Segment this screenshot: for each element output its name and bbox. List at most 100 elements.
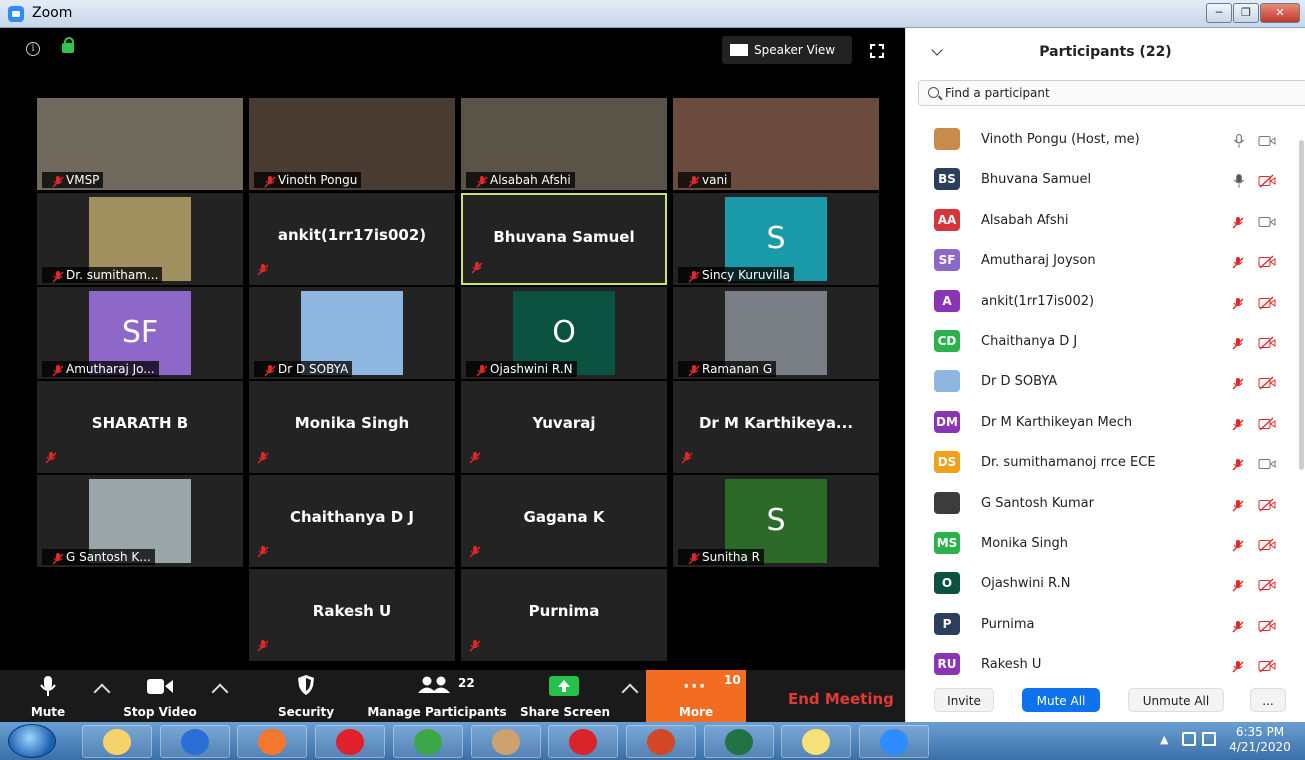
info-icon[interactable]: i <box>26 42 40 56</box>
participant-row[interactable]: P Purnima <box>906 605 1302 645</box>
chrome-icon[interactable] <box>392 725 463 758</box>
close-button[interactable]: ✕ <box>1260 3 1300 23</box>
participant-row[interactable]: G Santosh Kumar <box>906 484 1302 524</box>
opera-icon[interactable] <box>315 725 386 758</box>
mute-button[interactable]: Mute <box>20 670 76 722</box>
microphone-icon[interactable] <box>1232 173 1246 188</box>
video-tile[interactable]: Dr D SOBYA <box>249 287 455 379</box>
video-tile[interactable]: Yuvaraj <box>461 381 667 473</box>
participant-row[interactable]: Vinoth Pongu (Host, me) <box>906 120 1302 160</box>
video-tile[interactable]: Purnima <box>461 569 667 661</box>
video-tile[interactable]: Monika Singh <box>249 381 455 473</box>
acrobat-icon[interactable] <box>548 725 619 758</box>
video-off-icon[interactable] <box>1258 254 1276 269</box>
mic-muted-icon[interactable] <box>1232 416 1246 431</box>
video-tile[interactable]: vani <box>673 98 879 190</box>
share-screen-button[interactable]: Share Screen <box>516 670 614 722</box>
participant-row[interactable]: BS Bhuvana Samuel <box>906 160 1302 200</box>
mic-muted-icon[interactable] <box>1232 335 1246 350</box>
video-tile[interactable]: S Sincy Kuruvilla <box>673 193 879 285</box>
video-tile[interactable]: Gagana K <box>461 475 667 567</box>
end-meeting-button[interactable]: End Meeting <box>788 690 894 708</box>
participant-search[interactable] <box>918 80 1305 106</box>
participant-row[interactable]: Aankit(1rr17is002) <box>906 282 1302 322</box>
search-input[interactable] <box>945 84 1295 102</box>
start-button[interactable] <box>8 724 56 758</box>
more-button[interactable]: ··· 10 More <box>646 670 746 722</box>
video-tile[interactable]: ankit(1rr17is002) <box>249 193 455 285</box>
participant-row[interactable]: DM Dr M Karthikeyan Mech <box>906 403 1302 443</box>
fullscreen-icon[interactable] <box>870 44 884 58</box>
video-tile[interactable]: SHARATH B <box>37 381 243 473</box>
share-options-chevron-icon[interactable] <box>621 683 639 701</box>
firefox-icon[interactable] <box>237 725 308 758</box>
mute-all-button[interactable]: Mute All <box>1022 688 1100 712</box>
video-off-icon[interactable] <box>1258 618 1276 633</box>
participant-row[interactable]: SF Amutharaj Joyson <box>906 241 1302 281</box>
mic-muted-icon[interactable] <box>1232 618 1246 633</box>
video-tile[interactable]: G Santosh K... <box>37 475 243 567</box>
video-tile[interactable]: VMSP <box>37 98 243 190</box>
excel-icon[interactable] <box>703 725 774 758</box>
mic-muted-icon[interactable] <box>1232 456 1246 471</box>
video-off-icon[interactable] <box>1258 295 1276 310</box>
participant-row[interactable]: CD Chaithanya D J <box>906 322 1302 362</box>
sticky-notes-icon[interactable] <box>781 725 852 758</box>
unmute-all-button[interactable]: Unmute All <box>1128 688 1224 712</box>
video-camera-icon[interactable] <box>1258 214 1276 228</box>
participants-scrollbar[interactable] <box>1299 140 1304 470</box>
video-tile[interactable]: Alsabah Afshi <box>461 98 667 190</box>
video-tile[interactable]: Vinoth Pongu <box>249 98 455 190</box>
video-tile[interactable]: Dr M Karthikeya... <box>673 381 879 473</box>
mic-muted-icon[interactable] <box>1232 295 1246 310</box>
video-tile[interactable]: Chaithanya D J <box>249 475 455 567</box>
encryption-lock-icon[interactable] <box>62 37 74 53</box>
system-tray[interactable]: ▲ <box>1160 730 1220 752</box>
clock[interactable]: 6:35 PM 4/21/2020 <box>1220 725 1300 755</box>
participant-row[interactable]: Dr D SOBYA <box>906 362 1302 402</box>
video-off-icon[interactable] <box>1258 497 1276 512</box>
participant-row[interactable]: O Ojashwini R.N <box>906 564 1302 604</box>
network-icon[interactable] <box>1182 732 1196 746</box>
powerpoint-icon[interactable] <box>625 725 696 758</box>
action-center-icon[interactable] <box>1202 732 1216 746</box>
participant-row[interactable]: MS Monika Singh <box>906 524 1302 564</box>
video-off-icon[interactable] <box>1258 416 1276 431</box>
paint-icon[interactable] <box>470 725 541 758</box>
mic-muted-icon[interactable] <box>1232 577 1246 592</box>
swipe-app-icon[interactable] <box>159 725 230 758</box>
more-options-button[interactable]: ... <box>1250 688 1286 712</box>
zoom-icon[interactable] <box>859 725 929 758</box>
video-off-icon[interactable] <box>1258 375 1276 390</box>
video-tile[interactable]: O Ojashwini R.N <box>461 287 667 379</box>
invite-button[interactable]: Invite <box>934 688 994 712</box>
restore-button[interactable]: ❐ <box>1233 3 1259 23</box>
video-off-icon[interactable] <box>1258 658 1276 673</box>
stop-video-button[interactable]: Stop Video <box>118 670 202 722</box>
video-off-icon[interactable] <box>1258 537 1276 552</box>
manage-participants-button[interactable]: 22 Manage Participants <box>366 670 508 722</box>
participant-row[interactable]: AA Alsabah Afshi <box>906 201 1302 241</box>
video-off-icon[interactable] <box>1258 577 1276 592</box>
video-tile[interactable]: Rakesh U <box>249 569 455 661</box>
mic-muted-icon[interactable] <box>1232 537 1246 552</box>
video-off-icon[interactable] <box>1258 173 1276 188</box>
tray-caret-icon[interactable]: ▲ <box>1160 733 1168 746</box>
audio-options-chevron-icon[interactable] <box>93 683 111 701</box>
mic-muted-icon[interactable] <box>1232 254 1246 269</box>
video-camera-icon[interactable] <box>1258 456 1276 470</box>
mic-muted-icon[interactable] <box>1232 214 1246 229</box>
mic-muted-icon[interactable] <box>1232 375 1246 390</box>
video-tile[interactable]: Dr. sumitham... <box>37 193 243 285</box>
mic-muted-icon[interactable] <box>1232 658 1246 673</box>
security-button[interactable]: Security <box>275 670 337 722</box>
file-explorer-icon[interactable] <box>82 725 152 758</box>
video-options-chevron-icon[interactable] <box>211 683 229 701</box>
minimize-button[interactable]: ─ <box>1206 3 1232 23</box>
speaker-view-button[interactable]: Speaker View <box>722 36 852 64</box>
video-camera-icon[interactable] <box>1258 133 1276 147</box>
video-tile[interactable]: S Sunitha R <box>673 475 879 567</box>
mic-muted-icon[interactable] <box>1232 497 1246 512</box>
video-tile[interactable]: Bhuvana Samuel <box>461 193 667 285</box>
participant-row[interactable]: DS Dr. sumithamanoj rrce ECE <box>906 443 1302 483</box>
